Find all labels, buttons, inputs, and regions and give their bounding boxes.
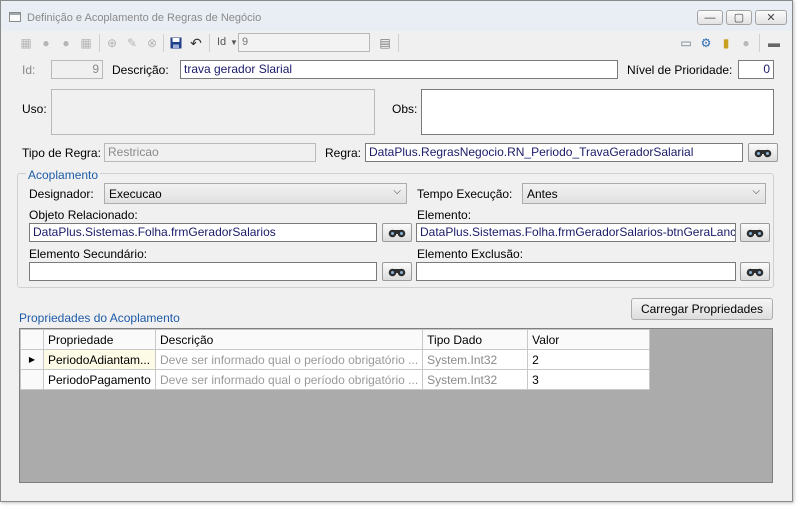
chevron-down-icon: ⌵ <box>752 186 760 197</box>
toolbar-separator <box>163 34 164 52</box>
objeto-relacionado-input[interactable]: DataPlus.Sistemas.Folha.frmGeradorSalari… <box>29 223 377 242</box>
elemento-secundario-lookup-button[interactable] <box>382 262 412 281</box>
table-header-row: Propriedade Descrição Tipo Dado Valor <box>20 329 651 350</box>
minimize-button[interactable]: — <box>697 10 723 25</box>
obs-textarea[interactable] <box>421 89 774 135</box>
row-selector-header <box>20 329 44 350</box>
prioridade-label: Nível de Prioridade: <box>627 63 733 77</box>
column-header-propriedade[interactable]: Propriedade <box>43 329 156 350</box>
toolbar-separator <box>398 34 399 52</box>
maximize-button[interactable]: ▢ <box>726 10 752 25</box>
designador-selected-value: Execucao <box>109 187 162 201</box>
new-record-icon[interactable]: ▦ <box>19 36 33 50</box>
elemento-input[interactable]: DataPlus.Sistemas.Folha.frmGeradorSalari… <box>416 223 736 242</box>
cell-propriedade[interactable]: PeriodoAdiantam... <box>43 349 156 370</box>
save-icon[interactable] <box>169 36 183 50</box>
prioridade-input[interactable]: 0 <box>738 60 774 79</box>
binoculars-icon <box>388 229 406 238</box>
regra-label: Regra: <box>325 146 362 160</box>
elemento-label: Elemento: <box>417 208 472 222</box>
toolbar-separator <box>759 34 760 52</box>
propriedades-grid: Propriedade Descrição Tipo Dado Valor ▶ … <box>19 328 773 483</box>
row-current-marker-icon[interactable]: ▶ <box>20 349 44 370</box>
binoculars-icon <box>746 268 764 277</box>
report-icon[interactable]: ▭ <box>679 36 693 50</box>
window-app-icon <box>9 12 21 22</box>
cell-descricao[interactable]: Deve ser informado qual o período obriga… <box>154 369 424 390</box>
binoculars-icon <box>746 229 764 238</box>
edit-icon[interactable]: ✎ <box>125 36 139 50</box>
chevron-down-icon: ⌵ <box>393 186 401 197</box>
designador-label: Designador: <box>29 187 94 201</box>
designador-select[interactable]: Execucao ⌵ <box>104 183 407 204</box>
obs-label: Obs: <box>392 102 418 116</box>
id-field: 9 <box>51 60 103 79</box>
cell-valor[interactable]: 3 <box>527 369 651 390</box>
user-icon[interactable]: ● <box>739 36 753 50</box>
descricao-label: Descrição: <box>112 63 169 77</box>
propriedades-table: Propriedade Descrição Tipo Dado Valor ▶ … <box>20 329 651 390</box>
toolbar-separator <box>99 34 100 52</box>
cell-propriedade[interactable]: PeriodoPagamento <box>43 369 156 390</box>
elemento-exclusao-lookup-button[interactable] <box>740 262 770 281</box>
table-row[interactable]: ▶ PeriodoAdiantam... Deve ser informado … <box>20 349 651 370</box>
close-icon: ✕ <box>766 12 776 24</box>
elemento-secundario-input[interactable] <box>29 262 377 281</box>
toolbar-separator <box>209 34 210 52</box>
tipo-regra-field: Restricao <box>104 143 316 162</box>
column-header-valor[interactable]: Valor <box>527 329 651 350</box>
previous-record-icon[interactable]: ● <box>39 36 53 50</box>
toolbar: ▦ ● ● ▦ ⊕ ✎ ⊗ ↶ Id ▼ 9 ▤ ▭ ⚙ ▮ ● ▬ <box>9 32 786 54</box>
next-record-icon[interactable]: ● <box>59 36 73 50</box>
main-window: Definição e Acoplamento de Regras de Neg… <box>0 0 793 502</box>
uso-label: Uso: <box>22 102 47 116</box>
title-bar: Definição e Acoplamento de Regras de Neg… <box>1 1 792 31</box>
propriedades-title: Propriedades do Acoplamento <box>19 311 180 325</box>
last-record-icon[interactable]: ▦ <box>79 36 93 50</box>
grid-view-icon[interactable]: ▤ <box>378 36 392 50</box>
undo-icon[interactable]: ↶ <box>189 35 203 51</box>
tempo-execucao-selected-value: Antes <box>527 187 558 201</box>
chevron-down-icon[interactable]: ▼ <box>230 38 238 47</box>
objeto-relacionado-label: Objeto Relacionado: <box>29 208 138 222</box>
delete-icon[interactable]: ⊗ <box>145 36 159 50</box>
regra-input[interactable]: DataPlus.RegrasNegocio.RN_Periodo_TravaG… <box>365 143 743 162</box>
maximize-icon: ▢ <box>733 12 745 24</box>
settings-icon[interactable]: ⚙ <box>699 36 713 50</box>
tempo-execucao-select[interactable]: Antes ⌵ <box>522 183 766 204</box>
id-label: Id: <box>22 63 36 77</box>
descricao-input[interactable]: trava gerador Slarial <box>180 60 618 79</box>
regra-lookup-button[interactable] <box>748 143 778 162</box>
toolbar-id-search-input[interactable]: 9 <box>238 33 370 52</box>
cell-tipo-dado[interactable]: System.Int32 <box>422 369 529 390</box>
binoculars-icon <box>754 149 772 158</box>
column-header-descricao[interactable]: Descrição <box>154 329 424 350</box>
cell-descricao[interactable]: Deve ser informado qual o período obriga… <box>154 349 424 370</box>
binoculars-icon <box>388 268 406 277</box>
toolbar-id-label: Id <box>217 36 227 48</box>
elemento-secundario-label: Elemento Secundário: <box>29 247 148 261</box>
row-selector[interactable] <box>20 369 44 390</box>
carregar-propriedades-button[interactable]: Carregar Propriedades <box>631 298 773 320</box>
objeto-lookup-button[interactable] <box>382 223 412 242</box>
add-icon[interactable]: ⊕ <box>105 36 119 50</box>
elemento-exclusao-input[interactable] <box>416 262 736 281</box>
window-title: Definição e Acoplamento de Regras de Neg… <box>27 12 262 24</box>
cell-tipo-dado[interactable]: System.Int32 <box>422 349 529 370</box>
minimize-icon: — <box>704 11 716 24</box>
tipo-regra-label: Tipo de Regra: <box>22 146 101 160</box>
tempo-execucao-label: Tempo Execução: <box>417 187 513 201</box>
uso-field <box>51 89 375 135</box>
panel-icon[interactable]: ▬ <box>767 36 781 50</box>
elemento-exclusao-label: Elemento Exclusão: <box>417 247 524 261</box>
acoplamento-legend: Acoplamento <box>26 168 101 182</box>
bookmark-icon[interactable]: ▮ <box>719 36 733 50</box>
elemento-lookup-button[interactable] <box>740 223 770 242</box>
cell-valor[interactable]: 2 <box>527 349 651 370</box>
close-button[interactable]: ✕ <box>755 10 787 25</box>
table-row[interactable]: PeriodoPagamento Deve ser informado qual… <box>20 369 651 390</box>
column-header-tipo-dado[interactable]: Tipo Dado <box>422 329 529 350</box>
